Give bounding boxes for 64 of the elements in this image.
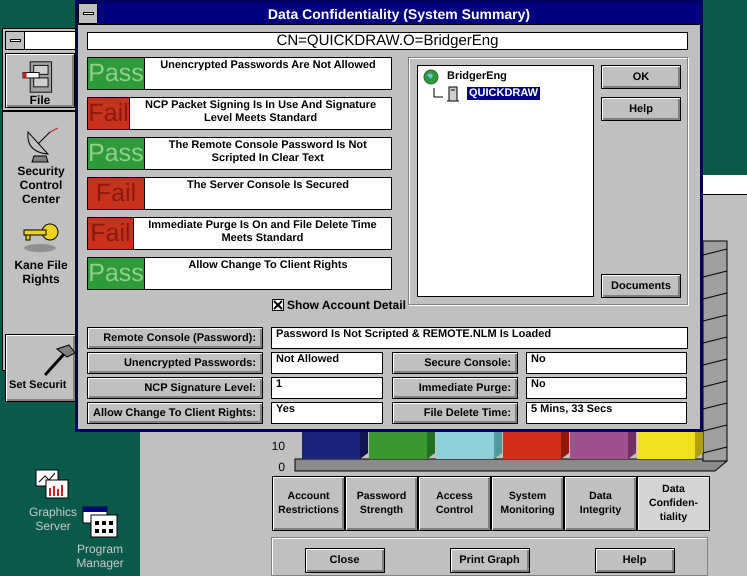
dialog-button[interactable]: Close	[304, 548, 384, 573]
detail-value: No	[526, 352, 687, 374]
tool-label[interactable]: Security Control Center	[5, 164, 77, 206]
toolbox-button[interactable]: Set Securit	[5, 334, 76, 402]
result-indicator: Fail	[87, 177, 144, 210]
object-name-field: CN=QUICKDRAW.O=BridgerEng	[87, 32, 688, 50]
server-icon	[445, 86, 461, 102]
chart-window-icon	[36, 470, 68, 498]
check-description: Allow Change To Client Rights	[144, 257, 392, 290]
program-group-icon	[82, 506, 118, 538]
detail-label: Remote Console (Password):	[87, 327, 263, 349]
dialog-button[interactable]: OK	[601, 65, 681, 89]
detail-value: 1	[271, 377, 383, 399]
category-tab[interactable]: Account Restrictions	[272, 476, 345, 531]
dialog-title: Data Confidentiality (System Summary)	[98, 3, 700, 24]
dialog-button[interactable]: Documents	[601, 274, 681, 298]
detail-value: No	[526, 377, 687, 399]
checkbox[interactable]	[272, 299, 284, 311]
key-icon	[24, 224, 58, 252]
check-description: Immediate Purge Is On and File Delete Time Meets Standard	[132, 217, 392, 250]
tree-connector-line	[433, 88, 443, 100]
detail-label: NCP Signature Level:	[87, 377, 263, 399]
axis-tick-label: 10	[272, 440, 285, 453]
check-description: The Remote Console Password Is Not Scripted In Clear Text	[144, 137, 392, 170]
category-tab[interactable]: Data Confiden-tiality	[637, 476, 710, 531]
satellite-dish-icon	[27, 128, 58, 162]
tree-item[interactable]: BridgerEng	[445, 70, 509, 83]
dialog-button[interactable]: Help	[601, 97, 681, 121]
category-tab[interactable]: Access Control	[418, 476, 491, 531]
desktop-icon-label[interactable]: Graphics Server	[28, 505, 78, 533]
detail-label: Unencrypted Passwords:	[87, 352, 263, 374]
check-description: NCP Packet Signing Is In Use And Signature Level Meets Standard	[129, 97, 392, 130]
system-menu-box[interactable]	[5, 31, 25, 50]
detail-value: Not Allowed	[271, 352, 383, 374]
file-cabinet-icon	[22, 61, 52, 93]
globe-icon	[423, 68, 439, 84]
detail-label: Allow Change To Client Rights:	[87, 402, 263, 424]
detail-label: Immediate Purge:	[392, 377, 518, 399]
hammer-icon	[44, 344, 76, 376]
dialog-button[interactable]: Print Graph	[450, 548, 530, 573]
toolbox-button[interactable]: File	[5, 53, 75, 108]
dialog-button[interactable]: Help	[594, 548, 674, 573]
detail-value: 5 Mins, 33 Secs	[526, 402, 687, 424]
axis-tick-label: 0	[278, 460, 285, 474]
result-indicator: Pass	[87, 137, 144, 170]
check-description: The Server Console Is Secured	[144, 177, 392, 210]
result-indicator: Fail	[87, 97, 130, 130]
tree-view[interactable]: BridgerEng QUICKDRAW	[417, 65, 594, 297]
check-description: Unencrypted Passwords Are Not Allowed	[144, 57, 392, 90]
category-tab[interactable]: System Monitoring	[491, 476, 564, 531]
result-indicator: Pass	[87, 257, 144, 290]
tool-label[interactable]: Kane File Rights	[5, 258, 77, 286]
detail-label: File Delete Time:	[392, 402, 518, 424]
result-indicator: Fail	[87, 217, 133, 250]
detail-label: Secure Console:	[392, 352, 518, 374]
system-menu-box[interactable]	[78, 3, 98, 24]
desktop-icon-label[interactable]: Program Manager	[75, 542, 125, 570]
detail-value: Password Is Not Scripted & REMOTE.NLM Is Loaded	[271, 327, 688, 349]
category-tab[interactable]: Data Integrity	[564, 476, 637, 531]
category-tab[interactable]: Password Strength	[345, 476, 418, 531]
checkbox-label[interactable]: Show Account Detail	[287, 298, 406, 312]
tree-item[interactable]: QUICKDRAW	[467, 87, 540, 100]
result-indicator: Pass	[87, 57, 144, 90]
detail-value: Yes	[271, 402, 383, 424]
